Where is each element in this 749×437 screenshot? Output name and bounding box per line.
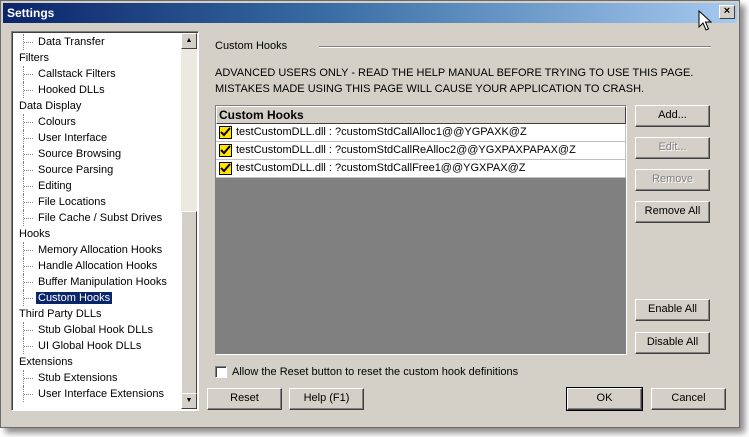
tree-item-label: Hooked DLLs <box>38 84 105 96</box>
checkmark-icon <box>220 145 231 155</box>
add-button[interactable]: Add... <box>635 105 710 127</box>
tree-item[interactable]: Stub Global Hook DLLs <box>14 322 182 338</box>
tree-item-label: Callstack Filters <box>38 68 116 80</box>
tree-item[interactable]: Hooked DLLs <box>14 82 182 98</box>
tree-item-label: User Interface <box>38 132 108 144</box>
tree-item[interactable]: Custom Hooks <box>14 290 182 306</box>
tree-item[interactable]: Extensions <box>14 354 182 370</box>
tree-item[interactable]: Buffer Manipulation Hooks <box>14 274 182 290</box>
checkmark-icon <box>220 127 231 137</box>
tree-item[interactable]: User Interface <box>14 130 182 146</box>
tree-item-label: File Locations <box>38 196 106 208</box>
tree-item[interactable]: File Locations <box>14 194 182 210</box>
settings-tree[interactable]: Data Transfer Filters Callstack Filters Hoo… <box>11 31 199 411</box>
tree-item-label: Buffer Manipulation Hooks <box>38 276 167 288</box>
group-divider <box>319 46 711 48</box>
window-title: Settings <box>7 6 55 20</box>
tree-item-label: Source Parsing <box>38 164 114 176</box>
settings-dialog: Settings × Data Transfer Filters Callstack… <box>0 0 740 428</box>
cancel-button[interactable]: Cancel <box>651 388 726 410</box>
enable-all-button[interactable]: Enable All <box>635 299 710 321</box>
scroll-thumb[interactable] <box>181 211 197 395</box>
hook-enabled-checkbox[interactable] <box>219 126 232 139</box>
tree-item[interactable]: Editing <box>14 178 182 194</box>
tree-item[interactable]: Data Transfer <box>14 34 182 50</box>
close-icon: × <box>723 5 731 17</box>
hook-enabled-checkbox[interactable] <box>219 144 232 157</box>
tree-item[interactable]: Filters <box>14 50 182 66</box>
hook-row[interactable]: testCustomDLL.dll : ?customStdCallFree1@… <box>216 160 626 178</box>
tree-item-label: User Interface Extensions <box>38 388 164 400</box>
tree-item[interactable]: Hooks <box>14 226 182 242</box>
tree-item-label: Colours <box>38 116 76 128</box>
arrow-down-icon: ▼ <box>185 397 193 404</box>
tree-item-label: Data Transfer <box>38 36 105 48</box>
hook-row-text: testCustomDLL.dll : ?customStdCallAlloc1… <box>236 126 527 138</box>
remove-button[interactable]: Remove <box>635 169 710 191</box>
mouse-pointer-icon <box>698 10 712 31</box>
reset-button[interactable]: Reset <box>207 388 282 410</box>
remove-all-button[interactable]: Remove All <box>635 201 710 223</box>
tree-item[interactable]: Source Parsing <box>14 162 182 178</box>
warning-line-2: MISTAKES MADE USING THIS PAGE WILL CAUSE… <box>215 83 645 95</box>
tree-item[interactable]: Callstack Filters <box>14 66 182 82</box>
group-title: Custom Hooks <box>215 40 288 52</box>
edit-button[interactable]: Edit... <box>635 137 710 159</box>
warning-text: ADVANCED USERS ONLY - READ THE HELP MANU… <box>215 65 693 97</box>
arrow-up-icon: ▲ <box>185 37 193 44</box>
tree-item[interactable]: File Cache / Subst Drives <box>14 210 182 226</box>
tree-item[interactable]: Third Party DLLs <box>14 306 182 322</box>
allow-reset-checkbox[interactable] <box>215 366 227 378</box>
title-bar[interactable]: Settings × <box>3 3 737 23</box>
custom-hooks-list[interactable]: Custom Hooks testCustomDLL.dll : ?custom… <box>215 105 627 355</box>
tree-item-label: Extensions <box>19 356 73 368</box>
list-header[interactable]: Custom Hooks <box>216 106 626 124</box>
ok-button[interactable]: OK <box>566 387 643 411</box>
hook-row[interactable]: testCustomDLL.dll : ?customStdCallAlloc1… <box>216 124 626 142</box>
hook-row-text: testCustomDLL.dll : ?customStdCallReAllo… <box>236 144 576 156</box>
tree-item-label: Handle Allocation Hooks <box>38 260 158 272</box>
tree-item[interactable]: UI Global Hook DLLs <box>14 338 182 354</box>
tree-item[interactable]: Source Browsing <box>14 146 182 162</box>
tree-item-label: Editing <box>38 180 72 192</box>
tree-item[interactable]: Data Display <box>14 98 182 114</box>
tree-item[interactable]: Stub Extensions <box>14 370 182 386</box>
tree-item-label: Third Party DLLs <box>19 308 102 320</box>
tree-list: Data Transfer Filters Callstack Filters Hoo… <box>14 34 182 402</box>
tree-item[interactable]: User Interface Extensions <box>14 386 182 402</box>
tree-item[interactable]: Handle Allocation Hooks <box>14 258 182 274</box>
close-button[interactable]: × <box>719 5 735 19</box>
tree-item-label: File Cache / Subst Drives <box>38 212 163 224</box>
help-button[interactable]: Help (F1) <box>289 388 364 410</box>
tree-item[interactable]: Colours <box>14 114 182 130</box>
tree-item-label: Stub Extensions <box>38 372 118 384</box>
checkmark-icon <box>220 163 231 173</box>
tree-item-label: Hooks <box>19 228 51 240</box>
hook-row-text: testCustomDLL.dll : ?customStdCallFree1@… <box>236 162 526 174</box>
tree-item-label: Custom Hooks <box>36 292 113 304</box>
tree-item-label: Data Display <box>19 100 82 112</box>
tree-item[interactable]: Memory Allocation Hooks <box>14 242 182 258</box>
allow-reset-label: Allow the Reset button to reset the cust… <box>232 366 519 378</box>
tree-item-label: Stub Global Hook DLLs <box>38 324 153 336</box>
tree-item-label: Filters <box>19 52 49 64</box>
hook-enabled-checkbox[interactable] <box>219 162 232 175</box>
hook-rows: testCustomDLL.dll : ?customStdCallAlloc1… <box>216 124 626 178</box>
scroll-up-button[interactable]: ▲ <box>181 33 197 49</box>
scroll-down-button[interactable]: ▼ <box>181 393 197 409</box>
disable-all-button[interactable]: Disable All <box>635 332 710 354</box>
tree-scrollbar[interactable]: ▲ ▼ <box>181 33 197 409</box>
tree-item-label: Memory Allocation Hooks <box>38 244 163 256</box>
tree-item-label: Source Browsing <box>38 148 122 160</box>
tree-item-label: UI Global Hook DLLs <box>38 340 142 352</box>
warning-line-1: ADVANCED USERS ONLY - READ THE HELP MANU… <box>215 67 694 79</box>
hook-row[interactable]: testCustomDLL.dll : ?customStdCallReAllo… <box>216 142 626 160</box>
